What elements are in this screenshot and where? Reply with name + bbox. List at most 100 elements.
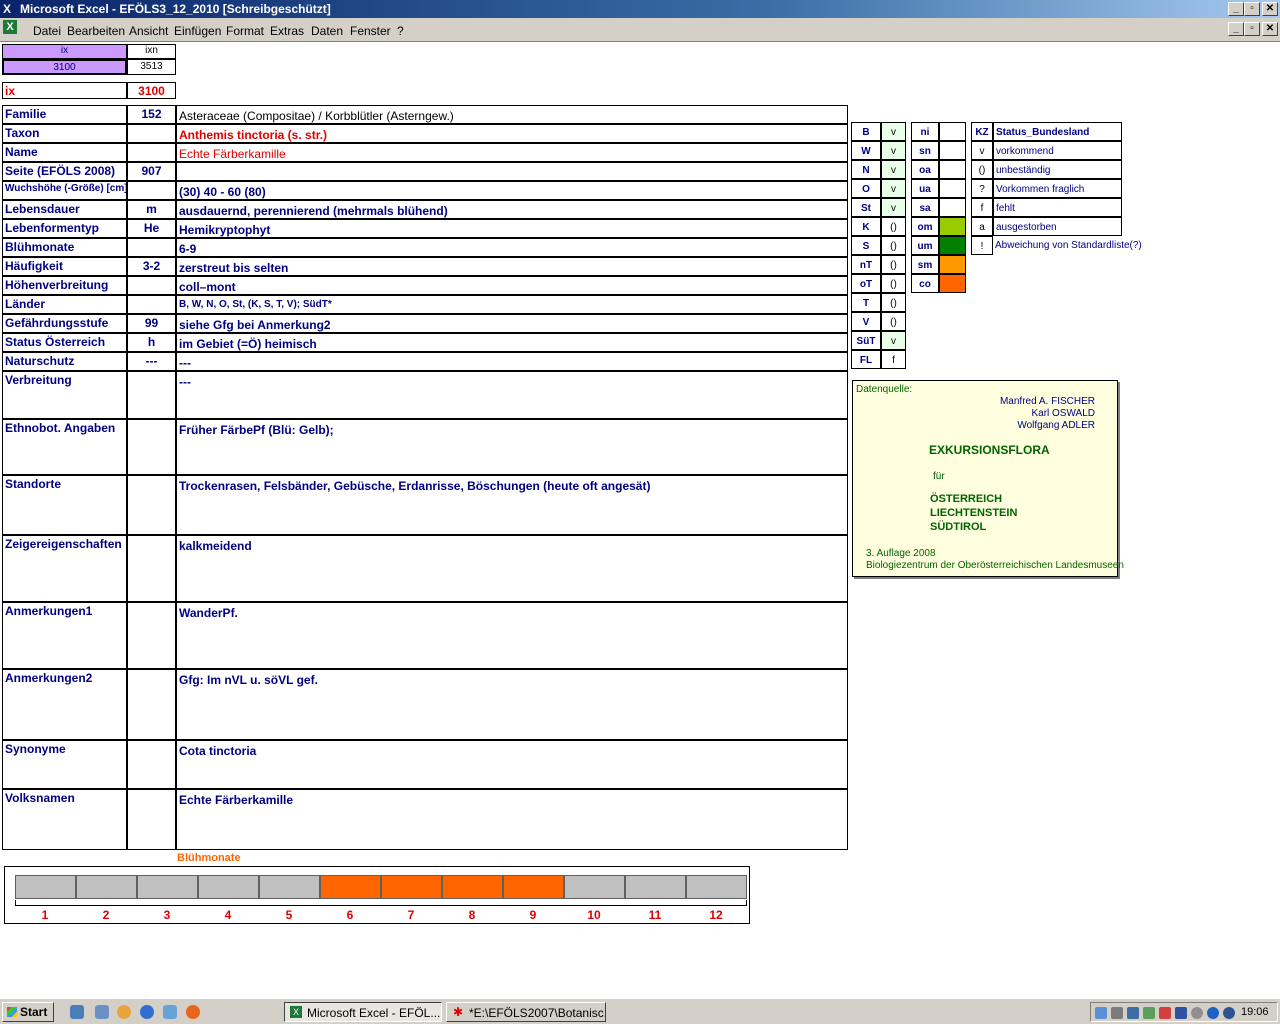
field-value-10[interactable]: coll–mont <box>176 276 848 295</box>
field-code-21[interactable] <box>127 740 176 789</box>
state-value-1[interactable]: v <box>881 122 906 141</box>
state-value-4[interactable]: v <box>881 179 906 198</box>
state-value-6[interactable]: () <box>881 217 906 236</box>
region-color-9[interactable] <box>939 274 966 293</box>
field-code-15[interactable] <box>127 371 176 419</box>
field-code-1[interactable]: 152 <box>127 105 176 124</box>
state-value-9[interactable]: () <box>881 274 906 293</box>
field-code-19[interactable] <box>127 602 176 669</box>
field-value-2[interactable]: Anthemis tinctoria (s. str.) <box>176 124 848 143</box>
tray-search-icon[interactable] <box>1127 1007 1139 1019</box>
field-code-6[interactable]: m <box>127 200 176 219</box>
state-value-5[interactable]: v <box>881 198 906 217</box>
quicklaunch-media-icon[interactable] <box>117 1005 131 1019</box>
menu-3[interactable]: Ansicht <box>129 24 168 38</box>
region-color-4[interactable] <box>939 179 966 198</box>
field-value-4[interactable] <box>176 162 848 181</box>
field-value-5[interactable]: (30) 40 - 60 (80) <box>176 181 848 200</box>
tray-power-icon[interactable] <box>1191 1007 1203 1019</box>
field-code-22[interactable] <box>127 789 176 850</box>
field-value-14[interactable]: --- <box>176 352 848 371</box>
quicklaunch-mail-icon[interactable] <box>163 1005 177 1019</box>
maximize-button[interactable]: ▫ <box>1244 2 1260 16</box>
field-code-12[interactable]: 99 <box>127 314 176 333</box>
doc-close-button[interactable]: ✕ <box>1262 22 1278 36</box>
worksheet[interactable]: ix ixn 3100 3513 ix 3100 Familie 152 Aster… <box>0 43 1280 998</box>
quicklaunch-browser-icon[interactable] <box>140 1005 154 1019</box>
field-code-5[interactable] <box>127 181 176 200</box>
field-value-9[interactable]: zerstreut bis selten <box>176 257 848 276</box>
field-value-16[interactable]: Früher FärbePf (Blü: Gelb); <box>176 419 848 475</box>
tray-security-icon[interactable] <box>1159 1007 1171 1019</box>
field-value-11[interactable]: B, W, N, O, St, (K, S, T, V); SüdT* <box>176 295 848 314</box>
doc-restore-button[interactable]: ▫ <box>1244 22 1260 36</box>
menu-1[interactable]: Datei <box>33 24 61 38</box>
doc-minimize-button[interactable]: _ <box>1228 22 1244 36</box>
state-value-11[interactable]: () <box>881 312 906 331</box>
taskbar-excel-button[interactable]: X Microsoft Excel - EFÖL... <box>284 1002 442 1022</box>
field-code-2[interactable] <box>127 124 176 143</box>
field-value-3[interactable]: Echte Färberkamille <box>176 143 848 162</box>
field-value-13[interactable]: im Gebiet (=Ö) heimisch <box>176 333 848 352</box>
tray-info-icon[interactable] <box>1207 1007 1219 1019</box>
state-value-3[interactable]: v <box>881 160 906 179</box>
region-color-1[interactable] <box>939 122 966 141</box>
field-value-8[interactable]: 6-9 <box>176 238 848 257</box>
menu-5[interactable]: Format <box>226 24 264 38</box>
quicklaunch-ie-icon[interactable] <box>70 1005 84 1019</box>
tray-volume-icon[interactable] <box>1111 1007 1123 1019</box>
quicklaunch-firefox-icon[interactable] <box>186 1005 200 1019</box>
field-code-14[interactable]: --- <box>127 352 176 371</box>
region-color-3[interactable] <box>939 160 966 179</box>
field-code-11[interactable] <box>127 295 176 314</box>
field-code-18[interactable] <box>127 535 176 602</box>
field-value-12[interactable]: siehe Gfg bei Anmerkung2 <box>176 314 848 333</box>
region-color-7[interactable] <box>939 236 966 255</box>
field-value-19[interactable]: WanderPf. <box>176 602 848 669</box>
field-value-1[interactable]: Asteraceae (Compositae) / Korbblütler (A… <box>176 105 848 124</box>
field-code-4[interactable]: 907 <box>127 162 176 181</box>
tray-network-icon[interactable] <box>1095 1007 1107 1019</box>
ixn-value-cell[interactable]: 3513 <box>127 59 176 75</box>
workbook-icon[interactable]: X <box>3 20 17 34</box>
region-color-8[interactable] <box>939 255 966 274</box>
state-value-7[interactable]: () <box>881 236 906 255</box>
field-code-8[interactable] <box>127 238 176 257</box>
menu-6[interactable]: Extras <box>270 24 304 38</box>
quicklaunch-desktop-icon[interactable] <box>95 1005 109 1019</box>
close-button[interactable]: ✕ <box>1262 2 1278 16</box>
field-code-13[interactable]: h <box>127 333 176 352</box>
field-value-17[interactable]: Trockenrasen, Felsbänder, Gebüsche, Erda… <box>176 475 848 535</box>
field-code-16[interactable] <box>127 419 176 475</box>
region-color-2[interactable] <box>939 141 966 160</box>
state-value-8[interactable]: () <box>881 255 906 274</box>
field-value-20[interactable]: Gfg: Im nVL u. söVL gef. <box>176 669 848 740</box>
menu-2[interactable]: Bearbeiten <box>67 24 125 38</box>
field-code-7[interactable]: He <box>127 219 176 238</box>
field-value-6[interactable]: ausdauernd, perennierend (mehrmals blühe… <box>176 200 848 219</box>
tray-app-icon[interactable] <box>1143 1007 1155 1019</box>
menu-4[interactable]: Einfügen <box>174 24 221 38</box>
field-code-9[interactable]: 3-2 <box>127 257 176 276</box>
menu-9[interactable]: ? <box>397 24 404 38</box>
region-color-5[interactable] <box>939 198 966 217</box>
menu-8[interactable]: Fenster <box>350 24 391 38</box>
start-button[interactable]: Start <box>2 1002 54 1022</box>
field-code-20[interactable] <box>127 669 176 740</box>
field-value-15[interactable]: --- <box>176 371 848 419</box>
taskbar-editor-button[interactable]: ✱ *E:\EFÖLS2007\Botanisc... <box>446 1002 606 1022</box>
tray-update-icon[interactable] <box>1223 1007 1235 1019</box>
clock[interactable]: 19:06 <box>1241 1006 1269 1018</box>
menu-7[interactable]: Daten <box>311 24 343 38</box>
tray-shield-icon[interactable] <box>1175 1007 1187 1019</box>
field-value-18[interactable]: kalkmeidend <box>176 535 848 602</box>
field-code-3[interactable] <box>127 143 176 162</box>
field-code-17[interactable] <box>127 475 176 535</box>
ix-number-cell[interactable]: 3100 <box>127 82 176 99</box>
field-code-10[interactable] <box>127 276 176 295</box>
region-color-6[interactable] <box>939 217 966 236</box>
state-value-12[interactable]: v <box>881 331 906 350</box>
field-value-21[interactable]: Cota tinctoria <box>176 740 848 789</box>
minimize-button[interactable]: _ <box>1228 2 1244 16</box>
field-value-22[interactable]: Echte Färberkamille <box>176 789 848 850</box>
